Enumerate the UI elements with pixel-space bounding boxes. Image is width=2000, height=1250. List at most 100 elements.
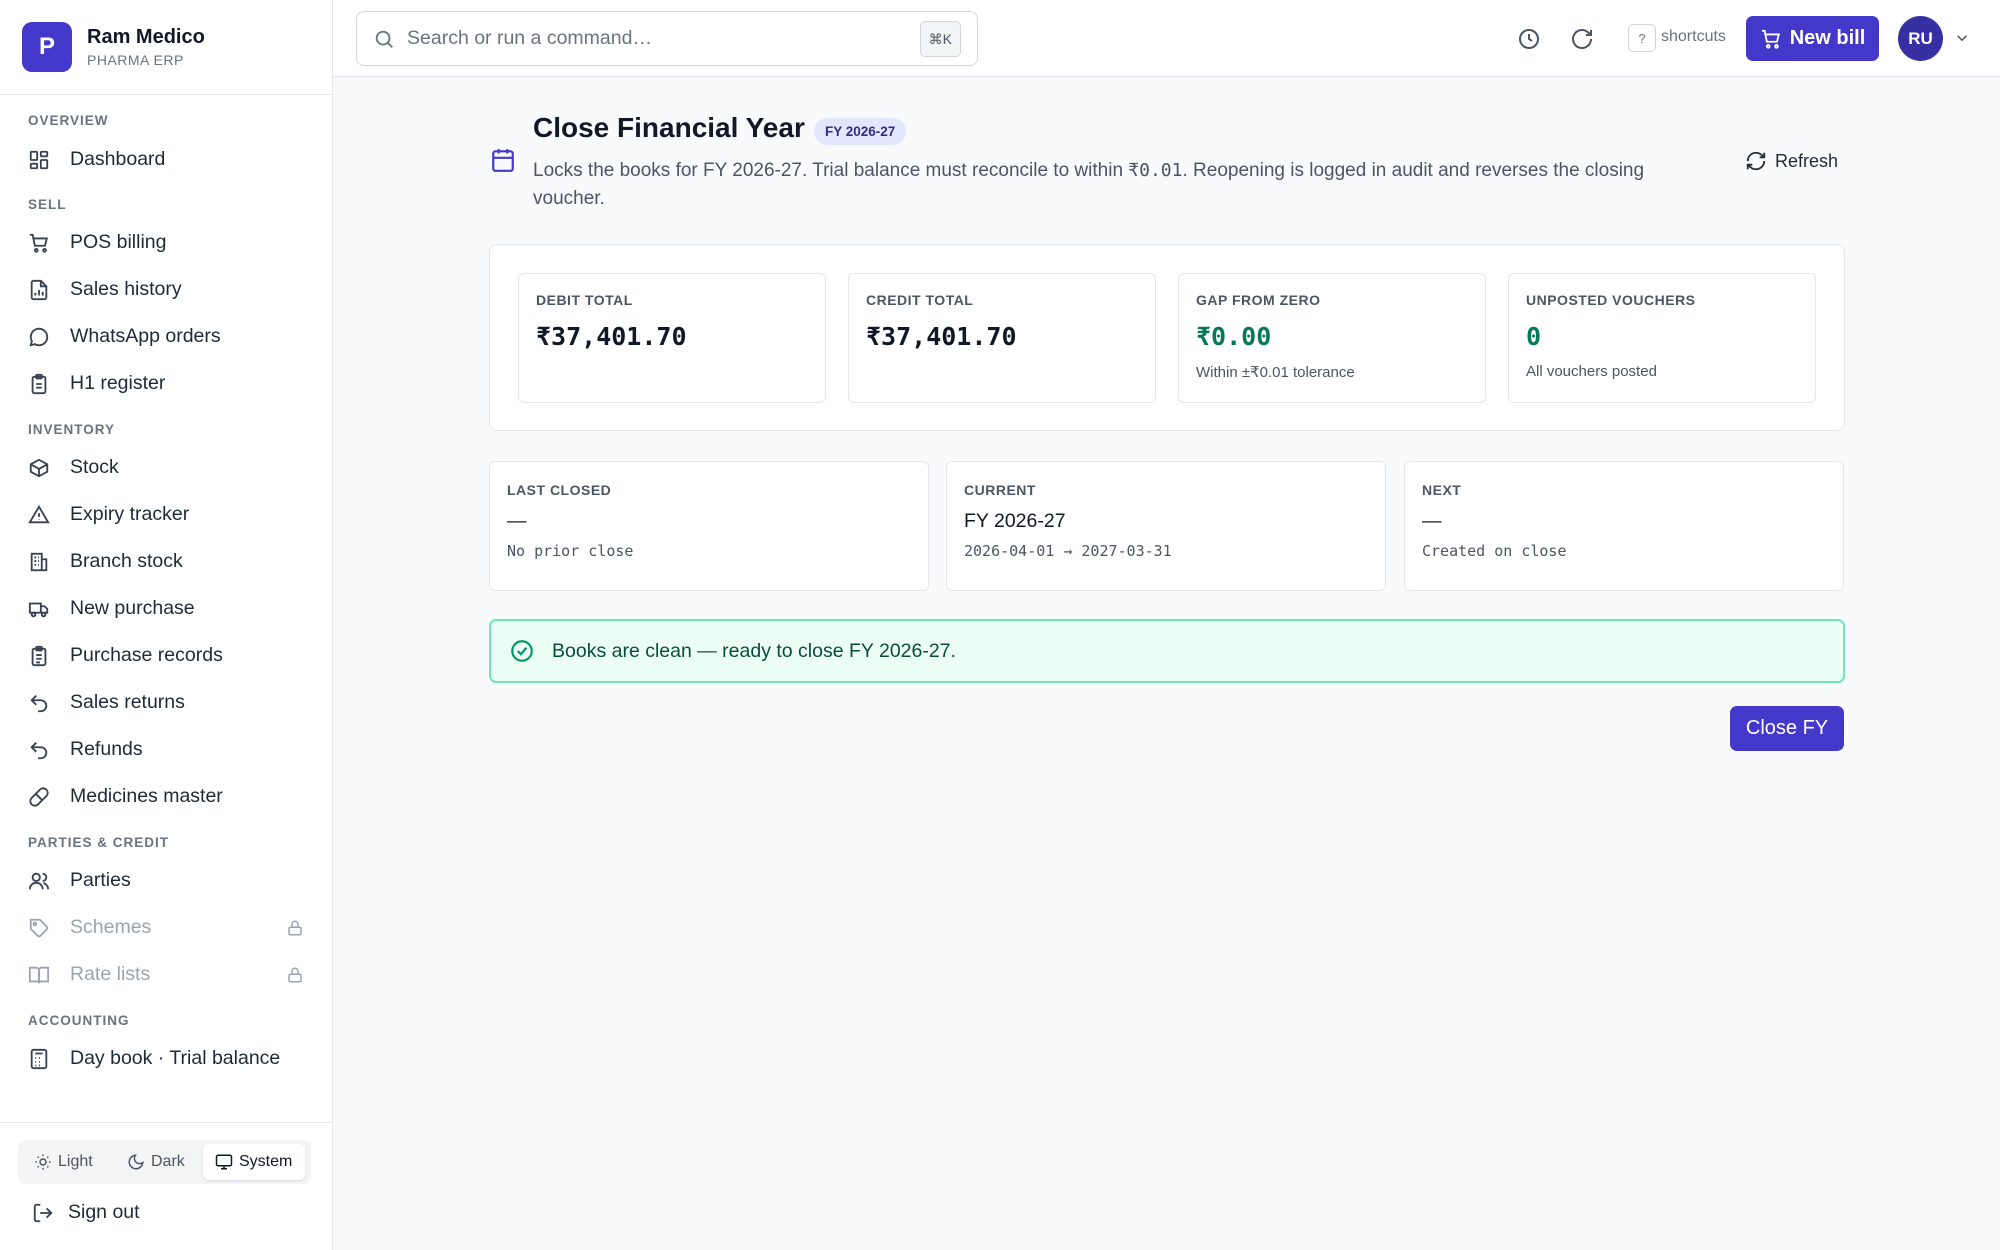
tag-icon [29,918,49,937]
sidebar-item-label: Schemes [70,916,152,938]
sidebar-item-expiry-tracker[interactable]: Expiry tracker [0,491,332,538]
box-icon [29,458,49,477]
period-sub: 2026-04-01 → 2027-03-31 [964,542,1172,560]
sidebar-item-sales-returns[interactable]: Sales returns [0,679,332,726]
sidebar-item-label: Expiry tracker [70,503,190,525]
close-fy-button[interactable]: Close FY [1730,706,1844,751]
undo-icon [30,741,48,759]
sidebar-item-medicines-master[interactable]: Medicines master [0,773,332,820]
lock-icon [288,920,302,935]
sidebar-item-stock[interactable]: Stock [0,444,332,491]
calendar-icon [492,149,514,172]
sidebar-item-label: Sales returns [70,691,185,713]
moon-icon [128,1154,144,1170]
building-icon [30,552,48,571]
history-icon[interactable] [1517,27,1541,51]
new-bill-label: New bill [1789,27,1866,49]
nav-section-accounting: ACCOUNTING [28,1013,130,1028]
sidebar-item-branch-stock[interactable]: Branch stock [0,538,332,585]
sidebar-item-label: POS billing [70,231,167,253]
shortcuts-key[interactable]: ? [1628,24,1656,52]
theme-light-label: Light [58,1153,93,1170]
main-content: Close Financial Year FY 2026-27 Locks th… [333,77,2000,1250]
brand-logo: P [22,22,72,72]
period-label: CURRENT [964,482,1036,498]
new-bill-button[interactable]: New bill [1746,16,1879,61]
sidebar-item-label: Dashboard [70,148,166,170]
sun-icon [35,1154,51,1170]
page-description: Locks the books for FY 2026-27. Trial ba… [533,157,1693,213]
trial-balance-summary: DEBIT TOTAL ₹37,401.70 CREDIT TOTAL ₹37,… [489,244,1845,431]
sidebar-item-label: Stock [70,456,119,478]
shortcuts-label[interactable]: shortcuts [1661,28,1726,46]
sidebar: P Ram Medico PHARMA ERP OVERVIEW Dashboa… [0,0,333,1250]
sidebar-item-label: Day book · Trial balance [70,1047,281,1069]
command-search[interactable]: Search or run a command… ⌘K [356,11,978,66]
theme-dark-label: Dark [151,1153,185,1170]
user-avatar[interactable]: RU [1898,16,1943,61]
sidebar-item-label: Purchase records [70,644,223,666]
sidebar-nav: OVERVIEW Dashboard SELL POS billing Sale… [0,95,332,1122]
sidebar-item-schemes[interactable]: Schemes [0,904,332,951]
sidebar-item-refunds[interactable]: Refunds [0,726,332,773]
sidebar-footer: Light Dark System Sign out [0,1122,332,1250]
clipboard-icon [31,373,47,394]
sidebar-item-whatsapp-orders[interactable]: WhatsApp orders [0,313,332,360]
period-value: — [507,510,527,532]
check-circle-icon [511,640,533,662]
theme-switcher: Light Dark System [18,1140,311,1184]
sidebar-item-h1-register[interactable]: H1 register [0,360,332,407]
period-sub: No prior close [507,542,634,560]
brand-header[interactable]: P Ram Medico PHARMA ERP [0,0,332,95]
desc-text: Locks the books for FY 2026-27. Trial ba… [533,160,1129,181]
period-sub: Created on close [1422,542,1567,560]
sidebar-item-label: H1 register [70,372,166,394]
sidebar-item-dashboard[interactable]: Dashboard [0,136,332,183]
stat-label: CREDIT TOTAL [866,292,974,308]
sidebar-item-label: WhatsApp orders [70,325,221,347]
logout-icon [33,1203,53,1222]
brand-name: Ram Medico [87,26,205,48]
sidebar-item-label: Medicines master [70,785,223,807]
sidebar-item-parties[interactable]: Parties [0,857,332,904]
pill-icon [29,786,49,807]
sidebar-item-pos-billing[interactable]: POS billing [0,219,332,266]
theme-light-button[interactable]: Light [22,1144,115,1180]
sidebar-item-day-book[interactable]: Day book · Trial balance [0,1035,332,1082]
sidebar-item-purchase-records[interactable]: Purchase records [0,632,332,679]
period-label: LAST CLOSED [507,482,612,498]
desc-tolerance: ₹0.01 [1128,160,1183,181]
nav-section-overview: OVERVIEW [28,113,109,128]
sidebar-item-label: Refunds [70,738,143,760]
sidebar-item-label: Rate lists [70,963,151,985]
search-input[interactable]: Search or run a command… [407,27,652,50]
chevron-down-icon[interactable] [1953,29,1971,47]
clipboard-list-icon [31,645,47,666]
stat-value: ₹37,401.70 [866,322,1017,351]
theme-system-button[interactable]: System [203,1144,305,1180]
nav-section-parties-credit: PARTIES & CREDIT [28,835,170,850]
period-label: NEXT [1422,482,1462,498]
fy-badge: FY 2026-27 [814,118,907,145]
chat-icon [29,327,49,347]
sign-out-button[interactable]: Sign out [32,1201,140,1224]
sidebar-item-sales-history[interactable]: Sales history [0,266,332,313]
theme-dark-button[interactable]: Dark [115,1144,203,1180]
warning-icon [28,504,50,523]
stat-gap-from-zero: GAP FROM ZERO ₹0.00 Within ±₹0.01 tolera… [1178,273,1486,403]
stat-label: UNPOSTED VOUCHERS [1526,292,1696,308]
file-chart-icon [30,279,48,300]
period-next: NEXT — Created on close [1404,461,1844,591]
stat-note: Within ±₹0.01 tolerance [1196,364,1355,381]
refresh-button[interactable]: Refresh [1745,150,1838,172]
period-value: — [1422,510,1442,532]
sidebar-item-label: Parties [70,869,131,891]
sidebar-item-rate-lists[interactable]: Rate lists [0,951,332,998]
sidebar-item-new-purchase[interactable]: New purchase [0,585,332,632]
stat-value: ₹37,401.70 [536,322,687,351]
truck-icon [28,602,49,617]
reload-icon[interactable] [1570,27,1594,51]
stat-debit-total: DEBIT TOTAL ₹37,401.70 [518,273,826,403]
sidebar-item-label: Branch stock [70,550,183,572]
stat-label: GAP FROM ZERO [1196,292,1321,308]
